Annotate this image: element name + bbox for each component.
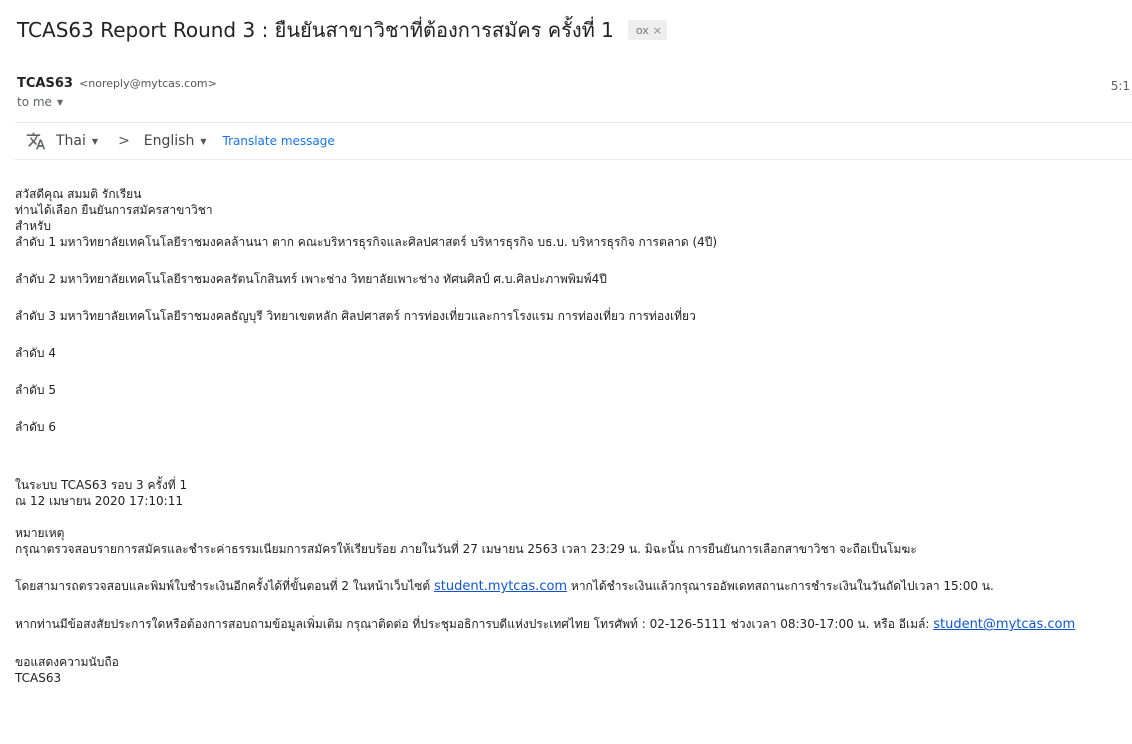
recipient-details-toggle[interactable]: to me ▼ — [17, 95, 63, 109]
target-language-label: English — [143, 133, 195, 149]
rank-1: ลำดับ 1 มหาวิทยาลัยเทคโนโลยีราชมงคลล้านน… — [15, 235, 718, 249]
system-round-line: ในระบบ TCAS63 รอบ 3 ครั้งที่ 1 — [15, 478, 188, 492]
email-subject: TCAS63 Report Round 3 : ยืนยันสาขาวิชาที… — [17, 18, 614, 42]
contact-email-link[interactable]: student@mytcas.com — [933, 617, 1075, 632]
translate-bar: Thai ▼ > English ▼ Translate message — [15, 122, 1132, 160]
payment-line: โดยสามารถตรวจสอบและพิมพ์ใบชำระเงินอีกครั… — [15, 578, 1132, 595]
email-timestamp: 5:1 — [1110, 79, 1130, 93]
contact-prefix: หากท่านมีข้อสงสัยประการใดหรือต้องการสอบถ… — [15, 617, 934, 631]
rank-2: ลำดับ 2 มหาวิทยาลัยเทคโนโลยีราชมงคลรัตนโ… — [15, 272, 607, 286]
sender-row: TCAS63 <noreply@mytcas.com> — [17, 76, 217, 91]
payment-suffix: หากได้ชำระเงินแล้วกรุณารออัพเดทสถานะการช… — [567, 579, 994, 593]
source-language-select[interactable]: Thai ▼ — [56, 133, 98, 149]
rank-4: ลำดับ 4 — [15, 346, 56, 360]
payment-prefix: โดยสามารถตรวจสอบและพิมพ์ใบชำระเงินอีกครั… — [15, 579, 435, 593]
rank-3: ลำดับ 3 มหาวิทยาลัยเทคโนโลยีราชมงคลธัญบุ… — [15, 309, 696, 323]
greeting: สวัสดีคุณ สมมติ รักเรียน — [15, 187, 142, 201]
note-text: กรุณาตรวจสอบรายการสมัครและชำระค่าธรรมเนี… — [15, 542, 917, 556]
note-heading: หมายเหตุ — [15, 526, 65, 540]
source-language-label: Thai — [56, 133, 86, 149]
translate-message-link[interactable]: Translate message — [223, 134, 335, 148]
contact-line: หากท่านมีข้อสงสัยประการใดหรือต้องการสอบถ… — [15, 616, 1132, 633]
chevron-down-icon[interactable]: ▼ — [57, 98, 63, 107]
rank-5: ลำดับ 5 — [15, 383, 56, 397]
label-chip-text: ox — [635, 23, 649, 37]
intro-line: ท่านได้เลือก ยืนยันการสมัครสาขาวิชา — [15, 203, 213, 217]
email-view: TCAS63 Report Round 3 : ยืนยันสาขาวิชาที… — [0, 0, 1132, 744]
recipient-label: to me — [17, 95, 52, 109]
sender-name[interactable]: TCAS63 — [17, 76, 73, 91]
student-site-link[interactable]: student.mytcas.com — [434, 579, 567, 594]
email-body: สวัสดีคุณ สมมติ รักเรียน ท่านได้เลือก ยื… — [15, 186, 1132, 686]
target-language-select[interactable]: English ▼ — [144, 133, 207, 149]
subject-row: TCAS63 Report Round 3 : ยืนยันสาขาวิชาที… — [17, 14, 667, 46]
remove-label-icon[interactable]: × — [653, 24, 662, 37]
chevron-down-icon: ▼ — [91, 136, 99, 146]
translate-icon — [26, 132, 46, 150]
signature: TCAS63 — [15, 671, 62, 685]
rank-6: ลำดับ 6 — [15, 420, 56, 434]
chevron-down-icon: ▼ — [200, 136, 207, 146]
arrow-right-icon: > — [118, 133, 130, 149]
sender-email: <noreply@mytcas.com> — [79, 77, 217, 90]
for-label: สำหรับ — [15, 219, 52, 233]
datetime-line: ณ 12 เมษายน 2020 17:10:11 — [15, 494, 183, 508]
closing-line: ขอแสดงความนับถือ — [15, 655, 119, 669]
inbox-label-chip[interactable]: ox × — [627, 20, 667, 40]
